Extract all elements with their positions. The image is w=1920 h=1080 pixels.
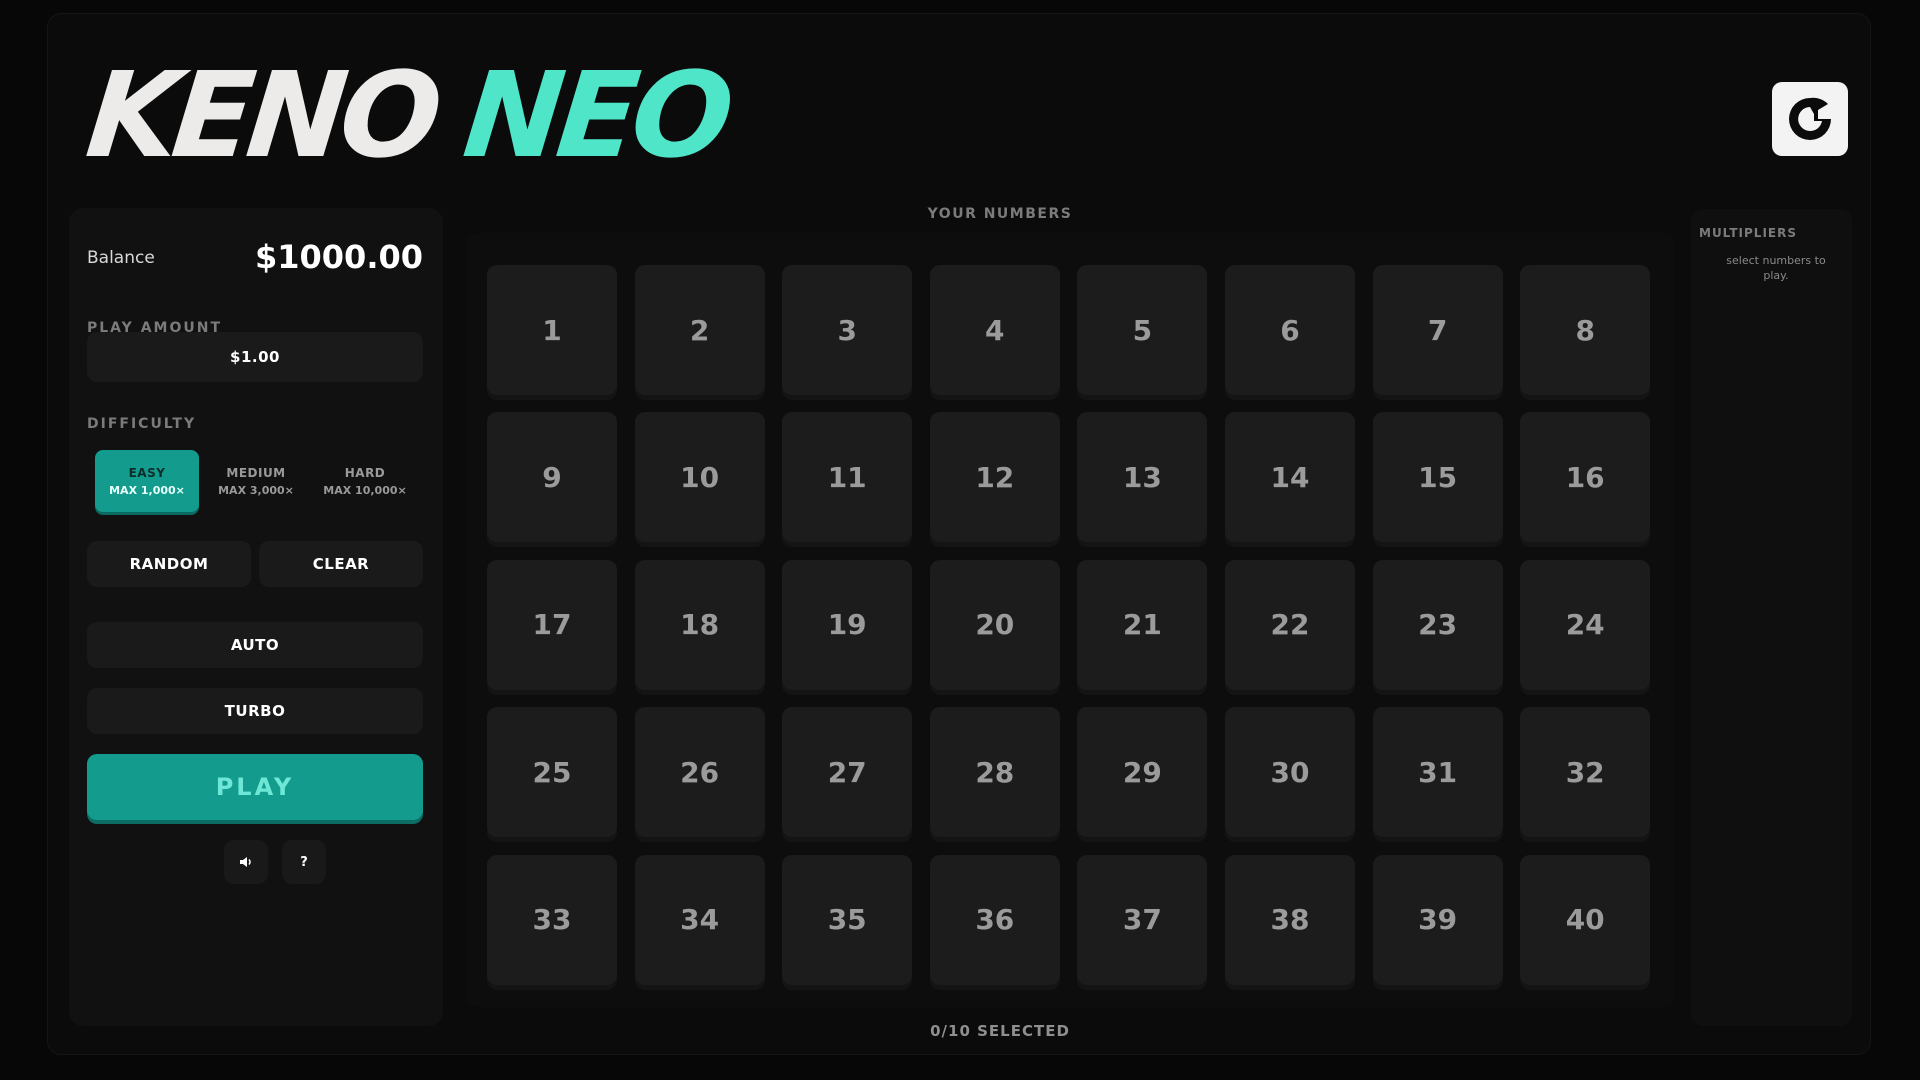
number-tile[interactable]: 19 bbox=[782, 559, 913, 690]
number-tile[interactable]: 22 bbox=[1225, 559, 1355, 690]
selected-count: 0/10 SELECTED bbox=[930, 1022, 1070, 1040]
speaker-icon bbox=[240, 857, 251, 867]
difficulty-easy-max: MAX 1,000× bbox=[109, 483, 185, 497]
multipliers-panel: MULTIPLIERS select numbers to play. bbox=[1691, 209, 1852, 1026]
number-tile[interactable]: 4 bbox=[929, 265, 1060, 395]
number-tile[interactable]: 30 bbox=[1225, 707, 1355, 838]
difficulty-easy-button[interactable]: EASY MAX 1,000× bbox=[95, 450, 199, 512]
turbo-button[interactable]: TURBO bbox=[87, 688, 423, 734]
number-tile[interactable]: 17 bbox=[487, 559, 617, 690]
play-button[interactable]: PLAY bbox=[87, 754, 423, 820]
number-tile[interactable]: 38 bbox=[1225, 854, 1355, 985]
number-tile[interactable]: 24 bbox=[1520, 559, 1651, 690]
multipliers-title: MULTIPLIERS bbox=[1699, 226, 1797, 240]
your-numbers-label: YOUR NUMBERS bbox=[927, 206, 1073, 222]
game-logo: KENO NEO bbox=[81, 46, 734, 184]
number-tile[interactable]: 14 bbox=[1225, 412, 1355, 543]
number-tile[interactable]: 5 bbox=[1077, 265, 1208, 395]
play-amount-input[interactable]: $1.00 bbox=[87, 332, 423, 382]
number-tile[interactable]: 11 bbox=[782, 412, 913, 543]
difficulty-hard-max: MAX 10,000× bbox=[323, 483, 407, 497]
number-tile[interactable]: 20 bbox=[929, 559, 1060, 690]
number-tile[interactable]: 6 bbox=[1225, 265, 1355, 395]
number-tile[interactable]: 2 bbox=[634, 265, 765, 395]
difficulty-medium-max: MAX 3,000× bbox=[218, 483, 294, 497]
number-tile[interactable]: 32 bbox=[1520, 707, 1651, 838]
number-board: 1 2 3 4 5 6 7 8 9 10 11 12 13 14 15 16 17 18 19 20 21 22 23 24 2… bbox=[465, 233, 1675, 1007]
balance-label: Balance bbox=[87, 248, 155, 268]
brand-logo-icon[interactable] bbox=[1772, 82, 1848, 156]
number-tile[interactable]: 13 bbox=[1077, 412, 1208, 543]
number-tile[interactable]: 25 bbox=[487, 707, 617, 838]
difficulty-easy-title: EASY bbox=[128, 465, 166, 480]
number-tile[interactable]: 1 bbox=[487, 265, 617, 395]
difficulty-hard-button[interactable]: HARD MAX 10,000× bbox=[313, 450, 417, 512]
number-tile[interactable]: 15 bbox=[1372, 412, 1503, 543]
number-tile[interactable]: 33 bbox=[487, 854, 617, 985]
game-window: KENO NEO Balance $1000.00 PLAY AMOUNT $1.… bbox=[47, 13, 1871, 1055]
logo-word-neo: NEO bbox=[457, 46, 735, 184]
number-tile[interactable]: 37 bbox=[1077, 854, 1208, 985]
difficulty-medium-title: MEDIUM bbox=[226, 465, 286, 480]
number-tile[interactable]: 26 bbox=[634, 707, 765, 838]
number-tile[interactable]: 10 bbox=[634, 412, 765, 543]
number-tile[interactable]: 7 bbox=[1372, 265, 1503, 395]
number-tile[interactable]: 36 bbox=[929, 854, 1060, 985]
number-tile[interactable]: 39 bbox=[1372, 854, 1503, 985]
random-button[interactable]: RANDOM bbox=[87, 541, 251, 587]
number-tile[interactable]: 35 bbox=[782, 854, 913, 985]
logo-word-keno: KENO bbox=[80, 46, 443, 184]
number-tile[interactable]: 12 bbox=[929, 412, 1060, 543]
number-tile[interactable]: 31 bbox=[1372, 707, 1503, 838]
clear-button[interactable]: CLEAR bbox=[259, 541, 423, 587]
multipliers-hint: select numbers to play. bbox=[1726, 254, 1826, 282]
help-button[interactable]: ? bbox=[282, 840, 326, 884]
balance-value: $1000.00 bbox=[254, 238, 423, 276]
number-tile[interactable]: 23 bbox=[1372, 559, 1503, 690]
difficulty-medium-button[interactable]: MEDIUM MAX 3,000× bbox=[204, 450, 308, 512]
auto-button[interactable]: AUTO bbox=[87, 622, 423, 668]
number-tile[interactable]: 27 bbox=[782, 707, 913, 838]
number-tile[interactable]: 18 bbox=[634, 559, 765, 690]
difficulty-hard-title: HARD bbox=[344, 465, 386, 480]
number-tile[interactable]: 16 bbox=[1520, 412, 1651, 543]
sound-button[interactable] bbox=[224, 840, 268, 884]
number-tile[interactable]: 3 bbox=[782, 265, 913, 395]
number-tile[interactable]: 28 bbox=[929, 707, 1060, 838]
number-tile[interactable]: 29 bbox=[1077, 707, 1208, 838]
number-tile[interactable]: 8 bbox=[1520, 265, 1651, 395]
number-tile[interactable]: 40 bbox=[1520, 854, 1651, 985]
difficulty-label: DIFFICULTY bbox=[87, 416, 197, 432]
number-tile[interactable]: 9 bbox=[487, 412, 617, 543]
number-tile[interactable]: 21 bbox=[1077, 559, 1208, 690]
number-tile[interactable]: 34 bbox=[634, 854, 765, 985]
control-panel: Balance $1000.00 PLAY AMOUNT $1.00 DIFFI… bbox=[69, 208, 443, 1026]
